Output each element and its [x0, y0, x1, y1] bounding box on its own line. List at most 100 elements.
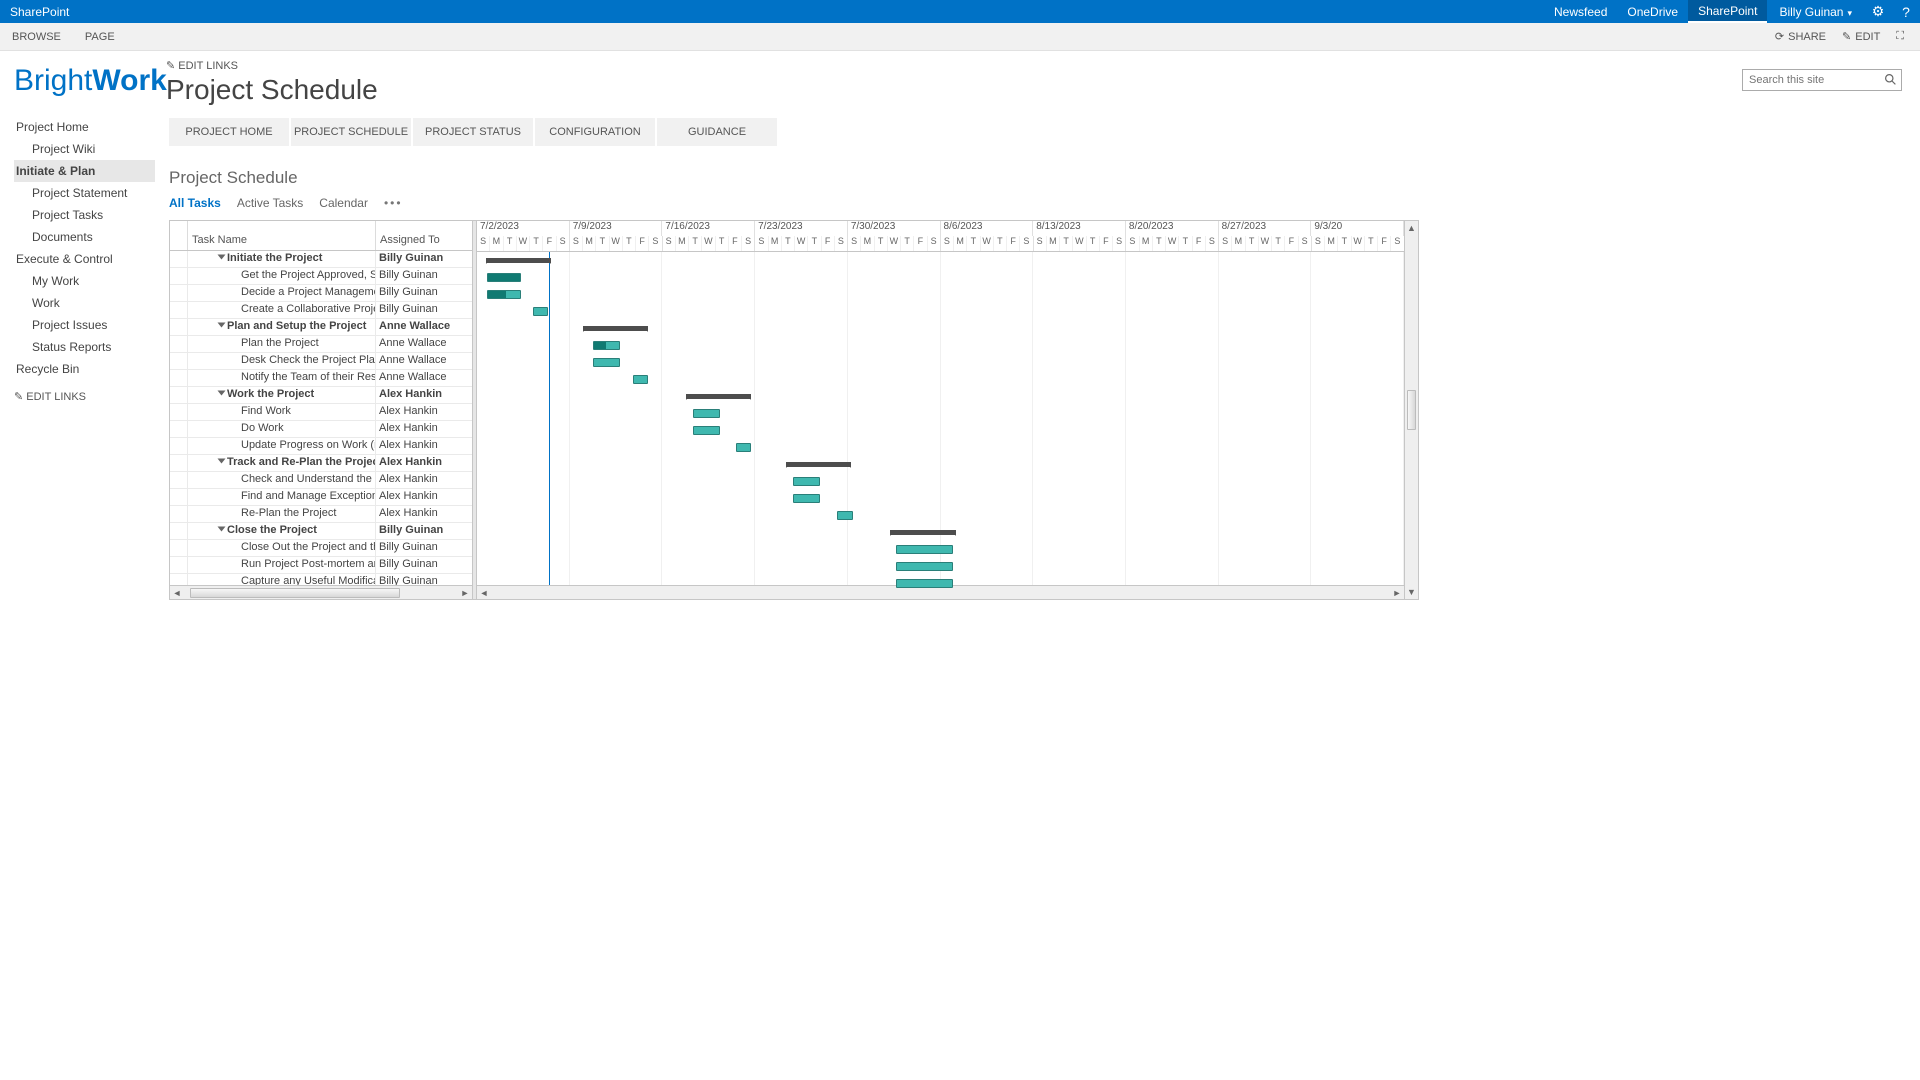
table-row[interactable]: Create a Collaborative Project SiteBilly…: [170, 302, 472, 319]
scroll-left-icon[interactable]: ◄: [170, 588, 184, 598]
task-grid-hscroll[interactable]: ◄ ►: [170, 585, 472, 599]
scroll-down-icon[interactable]: ▼: [1405, 585, 1418, 599]
nav-project-home[interactable]: Project Home: [14, 116, 155, 138]
gantt-chart: Task Name Assigned To Initiate the Proje…: [169, 220, 1419, 600]
day-header: W: [981, 236, 994, 251]
table-row[interactable]: Plan the ProjectAnne Wallace: [170, 336, 472, 353]
task-bar[interactable]: [896, 562, 953, 571]
table-row[interactable]: Close Out the Project and the ProjecBill…: [170, 540, 472, 557]
focus-mode[interactable]: ⛶: [1888, 30, 1912, 43]
summary-bar[interactable]: [486, 258, 552, 263]
day-header: T: [1365, 236, 1378, 251]
task-bar[interactable]: [837, 511, 853, 520]
table-row[interactable]: Decide a Project Management ProceBilly G…: [170, 285, 472, 302]
summary-bar[interactable]: [583, 326, 649, 331]
gear-icon[interactable]: ⚙: [1864, 3, 1892, 20]
task-grid: Task Name Assigned To Initiate the Proje…: [170, 221, 473, 599]
tab-project-home[interactable]: PROJECT HOME: [169, 118, 289, 146]
nav-recycle-bin[interactable]: Recycle Bin: [14, 358, 155, 380]
table-row[interactable]: Close the ProjectBilly Guinan: [170, 523, 472, 540]
table-row[interactable]: Run Project Post-mortem and TrackBilly G…: [170, 557, 472, 574]
vscroll-thumb[interactable]: [1407, 390, 1416, 430]
nav-work[interactable]: Work: [14, 292, 155, 314]
user-menu[interactable]: Billy Guinan▾: [1767, 5, 1864, 19]
gantt-row: [477, 320, 1404, 337]
table-row[interactable]: Find and Manage Exceptions (e.g. isAlex …: [170, 489, 472, 506]
hscroll-thumb[interactable]: [190, 588, 400, 598]
more-views-icon[interactable]: •••: [384, 196, 403, 210]
collapse-icon[interactable]: [218, 323, 226, 328]
tab-guidance[interactable]: GUIDANCE: [657, 118, 777, 146]
task-bar[interactable]: [533, 307, 549, 316]
nav-initiate-plan[interactable]: Initiate & Plan: [14, 160, 155, 182]
collapse-icon[interactable]: [218, 527, 226, 532]
scroll-right-icon[interactable]: ►: [458, 588, 472, 598]
task-bar[interactable]: [693, 426, 720, 435]
site-logo[interactable]: BrightWork: [14, 59, 154, 103]
table-row[interactable]: Track and Re-Plan the ProjectAlex Hankin: [170, 455, 472, 472]
task-bar[interactable]: [593, 358, 620, 367]
task-name-header[interactable]: Task Name: [188, 221, 376, 250]
nav-documents[interactable]: Documents: [14, 226, 155, 248]
day-header: S: [570, 236, 583, 251]
task-bar[interactable]: [487, 273, 521, 282]
scroll-up-icon[interactable]: ▲: [1405, 221, 1418, 235]
nav-my-work[interactable]: My Work: [14, 270, 155, 292]
table-row[interactable]: Do WorkAlex Hankin: [170, 421, 472, 438]
nav-project-statement[interactable]: Project Statement: [14, 182, 155, 204]
sync-action[interactable]: ⟳SHARE: [1767, 30, 1834, 43]
task-bar[interactable]: [793, 477, 820, 486]
task-bar[interactable]: [896, 579, 953, 588]
search-icon[interactable]: [1884, 73, 1897, 89]
edit-links-nav[interactable]: ✎ EDIT LINKS: [14, 390, 155, 403]
table-row[interactable]: Work the ProjectAlex Hankin: [170, 387, 472, 404]
table-row[interactable]: Re-Plan the ProjectAlex Hankin: [170, 506, 472, 523]
edit-links-top[interactable]: ✎ EDIT LINKS: [166, 59, 1906, 72]
table-row[interactable]: Update Progress on Work (recordingAlex H…: [170, 438, 472, 455]
assigned-to-header[interactable]: Assigned To: [376, 221, 472, 250]
view-calendar[interactable]: Calendar: [319, 196, 368, 210]
tab-project-status[interactable]: PROJECT STATUS: [413, 118, 533, 146]
gantt-row: [477, 575, 1404, 592]
task-bar[interactable]: [693, 409, 720, 418]
collapse-icon[interactable]: [218, 459, 226, 464]
collapse-icon[interactable]: [218, 391, 226, 396]
tab-configuration[interactable]: CONFIGURATION: [535, 118, 655, 146]
ribbon-tab-browse[interactable]: BROWSE: [0, 23, 73, 51]
help-icon[interactable]: ?: [1892, 4, 1920, 20]
table-row[interactable]: Check and Understand the Project'sAlex H…: [170, 472, 472, 489]
summary-bar[interactable]: [786, 462, 852, 467]
nav-project-tasks[interactable]: Project Tasks: [14, 204, 155, 226]
task-bar[interactable]: [793, 494, 820, 503]
table-row[interactable]: Desk Check the Project PlanAnne Wallace: [170, 353, 472, 370]
edit-action[interactable]: ✎EDIT: [1834, 30, 1888, 43]
suitebar-link-sharepoint[interactable]: SharePoint: [1688, 0, 1767, 23]
table-row[interactable]: Notify the Team of their ResponsibiliAnn…: [170, 370, 472, 387]
nav-status-reports[interactable]: Status Reports: [14, 336, 155, 358]
table-row[interactable]: Plan and Setup the ProjectAnne Wallace: [170, 319, 472, 336]
search-input[interactable]: [1742, 69, 1902, 91]
day-header: T: [716, 236, 729, 251]
task-bar[interactable]: [896, 545, 953, 554]
view-all-tasks[interactable]: All Tasks: [169, 196, 221, 210]
table-row[interactable]: Find WorkAlex Hankin: [170, 404, 472, 421]
nav-project-wiki[interactable]: Project Wiki: [14, 138, 155, 160]
table-row[interactable]: Initiate the ProjectBilly Guinan: [170, 251, 472, 268]
summary-bar[interactable]: [686, 394, 752, 399]
tab-project-schedule[interactable]: PROJECT SCHEDULE: [291, 118, 411, 146]
task-bar[interactable]: [593, 341, 620, 350]
task-bar[interactable]: [487, 290, 521, 299]
nav-project-issues[interactable]: Project Issues: [14, 314, 155, 336]
task-bar[interactable]: [633, 375, 649, 384]
summary-bar[interactable]: [890, 530, 956, 535]
task-bar[interactable]: [736, 443, 752, 452]
suitebar-link-newsfeed[interactable]: Newsfeed: [1544, 0, 1617, 23]
ribbon-tab-page[interactable]: PAGE: [73, 23, 127, 51]
table-row[interactable]: Get the Project Approved, SponsoredBilly…: [170, 268, 472, 285]
table-row[interactable]: Capture any Useful Modifications (mBilly…: [170, 574, 472, 585]
vertical-scrollbar[interactable]: ▲ ▼: [1404, 221, 1418, 599]
view-active-tasks[interactable]: Active Tasks: [237, 196, 303, 210]
collapse-icon[interactable]: [218, 255, 226, 260]
nav-execute-control[interactable]: Execute & Control: [14, 248, 155, 270]
suitebar-link-onedrive[interactable]: OneDrive: [1617, 0, 1688, 23]
